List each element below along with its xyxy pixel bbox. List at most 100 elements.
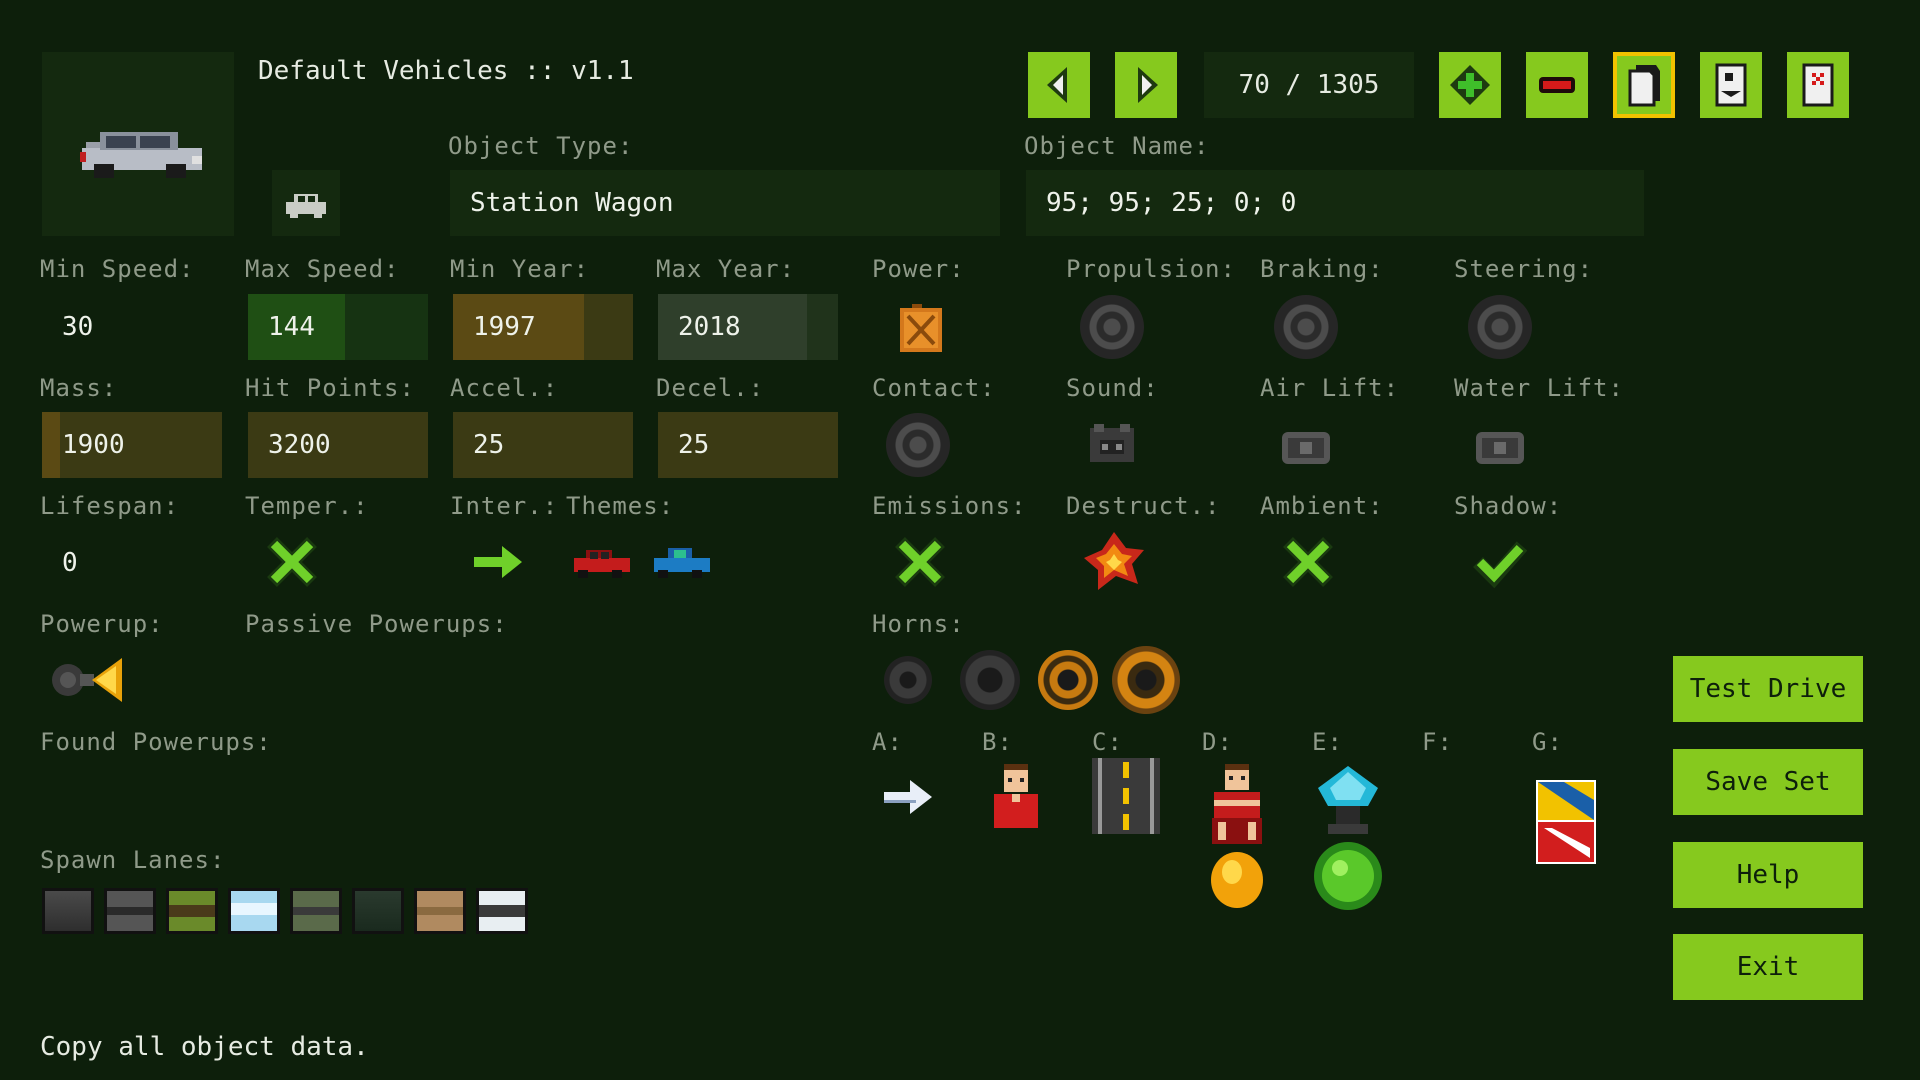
- red-car-icon: [574, 550, 630, 578]
- delete-button[interactable]: [1787, 52, 1849, 118]
- plus-icon: [1450, 65, 1490, 105]
- mass-value: 1900: [62, 430, 125, 460]
- lane-dirt-swatch[interactable]: [414, 888, 466, 934]
- next-button[interactable]: [1115, 52, 1177, 118]
- horn-1[interactable]: [884, 656, 932, 704]
- propulsion-wheel-icon[interactable]: [1080, 295, 1144, 359]
- powerup-slot[interactable]: [46, 646, 130, 712]
- max-speed-value: 144: [268, 312, 315, 342]
- mass-label: Mass:: [40, 374, 118, 402]
- copy-icon: [1628, 65, 1660, 107]
- paste-button[interactable]: [1700, 52, 1762, 118]
- horn-2[interactable]: [960, 650, 1020, 710]
- test-drive-button[interactable]: Test Drive: [1673, 656, 1863, 722]
- max-year-value: 2018: [678, 312, 741, 342]
- ambient-label: Ambient:: [1260, 492, 1384, 520]
- ambient-toggle[interactable]: [1280, 534, 1336, 590]
- slot-d[interactable]: [1202, 760, 1272, 910]
- theme-red-car[interactable]: [568, 540, 634, 584]
- accel-field[interactable]: 25: [453, 412, 633, 478]
- sound-slot[interactable]: [1080, 414, 1144, 478]
- inter-toggle[interactable]: [470, 534, 526, 590]
- horn-4[interactable]: [1112, 646, 1180, 714]
- car-category-icon: [286, 194, 326, 218]
- destruct-slot[interactable]: [1082, 530, 1146, 594]
- arrow-left-icon: [1047, 67, 1067, 103]
- passive-powerups-label: Passive Powerups:: [245, 610, 508, 638]
- station-wagon-icon: [80, 132, 202, 178]
- arrow-right-green-icon: [474, 546, 522, 578]
- lane-dark-swatch[interactable]: [352, 888, 404, 934]
- save-set-button[interactable]: Save Set: [1673, 749, 1863, 815]
- min-speed-field[interactable]: 30: [42, 294, 222, 360]
- object-type-field[interactable]: Station Wagon: [450, 170, 1000, 236]
- previous-button[interactable]: [1028, 52, 1090, 118]
- braking-label: Braking:: [1260, 255, 1384, 283]
- slot-g[interactable]: [1534, 778, 1598, 866]
- slot-b[interactable]: [984, 760, 1048, 836]
- lane-field-swatch[interactable]: [290, 888, 342, 934]
- lane-snow-swatch[interactable]: [476, 888, 528, 934]
- max-speed-field[interactable]: 144: [248, 294, 428, 360]
- explosion-icon: [1084, 532, 1144, 590]
- water-lift-label: Water Lift:: [1454, 374, 1624, 402]
- person-icon: [994, 764, 1038, 828]
- decel-field[interactable]: 25: [658, 412, 838, 478]
- themes-label: Themes:: [566, 492, 675, 520]
- object-name-field[interactable]: 95; 95; 25; 0; 0: [1026, 170, 1644, 236]
- lifespan-field[interactable]: 0: [42, 530, 222, 596]
- air-lift-slot[interactable]: [1274, 414, 1338, 478]
- emissions-toggle[interactable]: [892, 534, 948, 590]
- slot-c[interactable]: [1090, 756, 1162, 836]
- slot-e[interactable]: [1308, 764, 1388, 914]
- destruct-label: Destruct.:: [1066, 492, 1221, 520]
- mass-field[interactable]: 1900: [42, 412, 222, 478]
- decel-value: 25: [678, 430, 710, 460]
- help-button[interactable]: Help: [1673, 842, 1863, 908]
- category-icon-box[interactable]: [272, 170, 340, 236]
- white-arrow-icon: [884, 780, 932, 814]
- sound-label: Sound:: [1066, 374, 1159, 402]
- object-name-label: Object Name:: [1024, 132, 1210, 160]
- horn-3[interactable]: [1038, 650, 1098, 710]
- slot-c-label: C:: [1092, 728, 1123, 756]
- horns-label: Horns:: [872, 610, 965, 638]
- delete-icon: [1802, 63, 1834, 107]
- lane-road-swatch[interactable]: [104, 888, 156, 934]
- found-powerups-label: Found Powerups:: [40, 728, 272, 756]
- water-lift-icon: [1476, 432, 1524, 464]
- power-slot[interactable]: [892, 294, 952, 360]
- hit-points-field[interactable]: 3200: [248, 412, 428, 478]
- min-speed-label: Min Speed:: [40, 255, 195, 283]
- exit-button[interactable]: Exit: [1673, 934, 1863, 1000]
- lane-grass-swatch[interactable]: [166, 888, 218, 934]
- water-lift-slot[interactable]: [1468, 414, 1532, 478]
- add-button[interactable]: [1439, 52, 1501, 118]
- max-year-field[interactable]: 2018: [658, 294, 838, 360]
- object-type-value: Station Wagon: [470, 188, 674, 218]
- shadow-toggle[interactable]: [1472, 534, 1528, 590]
- power-label: Power:: [872, 255, 965, 283]
- horn-powerup-icon: [52, 658, 122, 702]
- powerup-label: Powerup:: [40, 610, 164, 638]
- min-year-field[interactable]: 1997: [453, 294, 633, 360]
- lane-water-swatch[interactable]: [228, 888, 280, 934]
- slot-a[interactable]: [880, 774, 936, 820]
- minus-icon: [1539, 77, 1575, 93]
- arrow-right-icon: [1138, 67, 1158, 103]
- remove-button[interactable]: [1526, 52, 1588, 118]
- contact-wheel-icon[interactable]: [886, 413, 950, 477]
- temper-toggle[interactable]: [264, 534, 320, 590]
- slot-b-label: B:: [982, 728, 1013, 756]
- theme-blue-car[interactable]: [648, 540, 714, 584]
- lifespan-label: Lifespan:: [40, 492, 180, 520]
- status-text: Copy all object data.: [40, 1032, 369, 1062]
- cross-icon: [895, 537, 945, 587]
- blue-car-icon: [654, 548, 710, 578]
- braking-wheel-icon[interactable]: [1274, 295, 1338, 359]
- lane-asphalt-swatch[interactable]: [42, 888, 94, 934]
- object-type-label: Object Type:: [448, 132, 634, 160]
- copy-button[interactable]: [1613, 52, 1675, 118]
- air-lift-icon: [1282, 432, 1330, 464]
- steering-wheel-icon[interactable]: [1468, 295, 1532, 359]
